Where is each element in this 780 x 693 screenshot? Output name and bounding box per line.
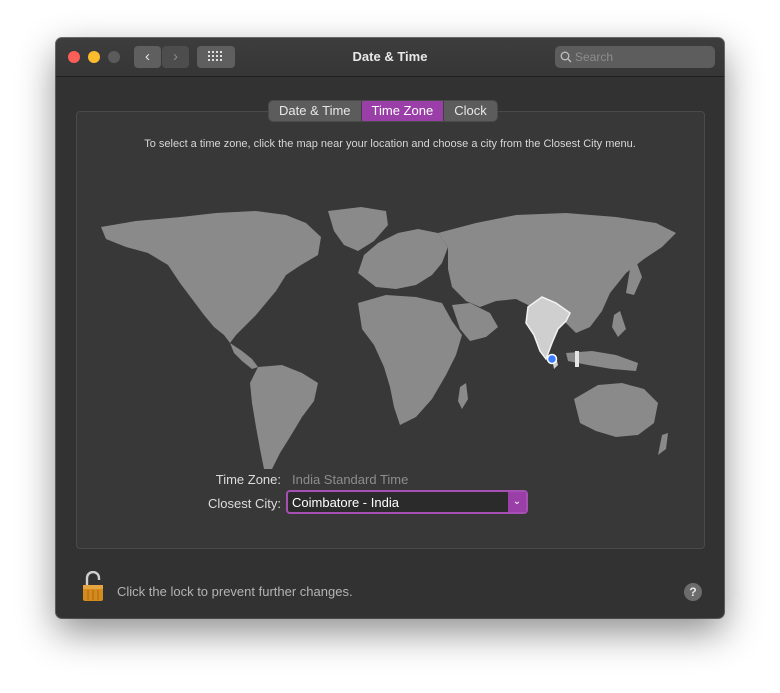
tab-clock[interactable]: Clock <box>444 101 497 121</box>
closest-city-input[interactable] <box>292 492 504 512</box>
time-zone-band <box>575 351 579 367</box>
closest-city-combobox[interactable]: ⌄ <box>286 490 528 514</box>
tab-date-time[interactable]: Date & Time <box>269 101 362 121</box>
map-madagascar <box>458 383 468 409</box>
map-central-america <box>230 343 258 369</box>
time-zone-label: Time Zone: <box>215 472 281 487</box>
title-bar: ‹ › Date & Time <box>56 38 724 77</box>
map-south-america <box>250 365 318 469</box>
world-map[interactable] <box>96 203 681 483</box>
tab-bar: Date & Time Time Zone Clock <box>269 101 497 121</box>
tab-time-zone[interactable]: Time Zone <box>361 101 445 121</box>
lock-message: Click the lock to prevent further change… <box>117 584 353 599</box>
help-button[interactable]: ? <box>684 583 702 601</box>
instruction-text: To select a time zone, click the map nea… <box>144 138 636 150</box>
unlocked-lock-icon[interactable] <box>82 571 106 603</box>
map-new-zealand <box>658 433 668 455</box>
search-input[interactable] <box>575 46 709 68</box>
closest-city-label: Closest City: <box>208 496 281 511</box>
map-australia <box>574 383 658 437</box>
map-philippines <box>612 311 626 337</box>
time-zone-value: India Standard Time <box>292 472 409 487</box>
city-pin-icon <box>546 353 558 365</box>
preferences-window: ‹ › Date & Time Date & Time Time Zone Cl… <box>56 38 724 618</box>
chevron-down-icon[interactable]: ⌄ <box>508 492 526 512</box>
map-north-america <box>101 211 321 343</box>
map-africa <box>358 295 462 425</box>
search-icon <box>560 51 572 63</box>
search-field[interactable] <box>555 46 715 68</box>
